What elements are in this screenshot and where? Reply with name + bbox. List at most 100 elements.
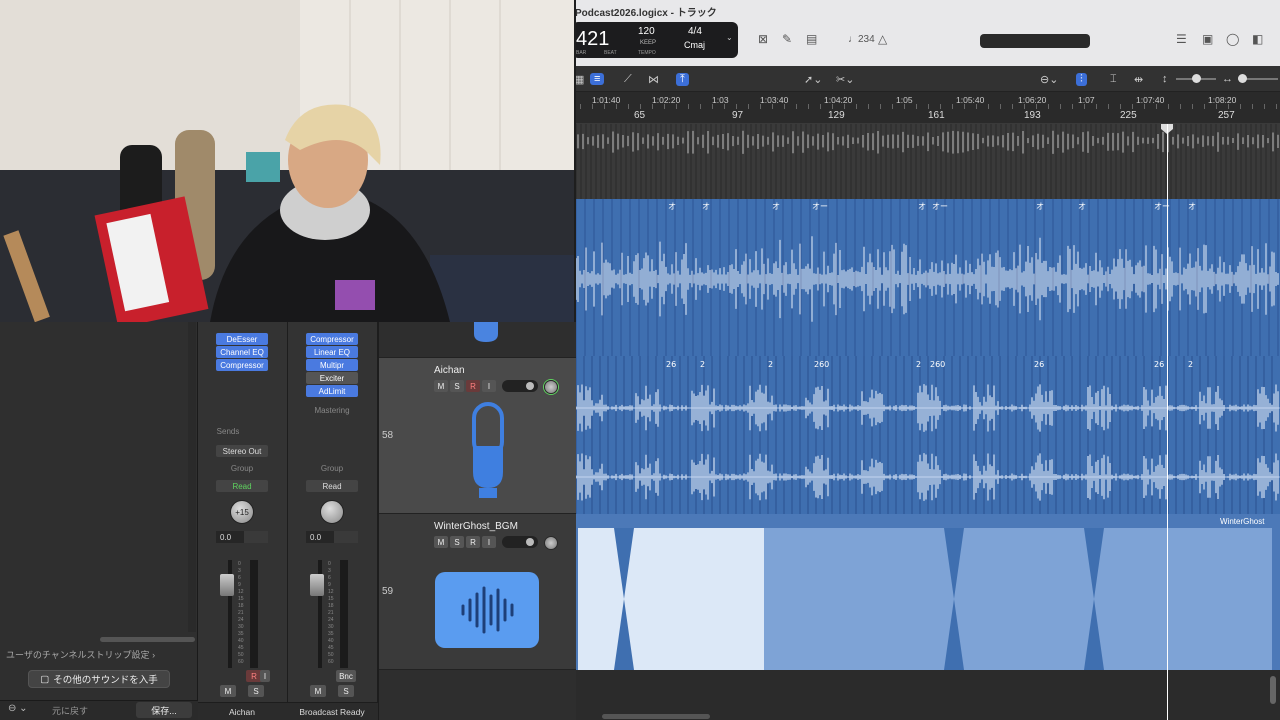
channel-strip-name[interactable]: Broadcast Ready	[288, 707, 376, 717]
mute-button[interactable]: M	[434, 380, 448, 392]
input-monitor-button[interactable]: I	[482, 380, 496, 392]
bounce-button[interactable]: Bnc	[336, 670, 356, 682]
ruler-tick	[1072, 104, 1073, 109]
secondary-tool-icon[interactable]: ✂⌄	[836, 73, 854, 86]
browser-icon[interactable]: ◧	[1252, 32, 1263, 46]
record-enable-button[interactable]: R	[466, 536, 480, 548]
metronome-icon[interactable]: ⊠	[758, 32, 768, 46]
track-name[interactable]: WinterGhost_BGM	[434, 521, 518, 532]
mute-button[interactable]: M	[434, 536, 448, 548]
channel-strip-name[interactable]: Aichan	[198, 707, 286, 717]
track-on-off-toggle[interactable]	[502, 536, 538, 548]
input-monitor-button[interactable]: I	[482, 536, 496, 548]
plugin-slot[interactable]: Compressor	[216, 359, 268, 371]
catch-playhead-icon[interactable]: ⤒	[676, 73, 689, 86]
timeline-ruler[interactable]: 1:01:40 1:02:20 1:03 1:03:40 1:04:20 1:05 1:05…	[576, 92, 1280, 124]
microphone-icon	[472, 402, 504, 498]
automation-mode-button[interactable]: Read	[306, 480, 358, 492]
ruler-tick	[1180, 104, 1181, 109]
save-button[interactable]: 保存...	[136, 702, 192, 718]
mute-button[interactable]: M	[310, 685, 326, 697]
region-marker: オ	[1036, 202, 1044, 211]
plugin-slot[interactable]: DeEsser	[216, 333, 268, 345]
plugin-slot[interactable]: AdLimit	[306, 385, 358, 397]
waveform-region[interactable]	[576, 124, 1280, 199]
plugin-slot[interactable]: Compressor	[306, 333, 358, 345]
slider-thumb[interactable]	[1192, 74, 1201, 83]
plugin-slot[interactable]: Multipr	[306, 359, 358, 371]
audio-region-vocal[interactable]: オオオオーオオーオオオーオ	[576, 199, 1280, 356]
volume-fader[interactable]	[220, 574, 234, 596]
flex-icon[interactable]: ⋈	[648, 73, 659, 86]
group-label[interactable]: Group	[198, 464, 286, 473]
track-header-aichan[interactable]: 58 Aichan M S R I	[379, 358, 577, 514]
mute-button[interactable]: M	[220, 685, 236, 697]
user-channel-strip-settings-link[interactable]: ユーザのチャンネルストリップ設定 ›	[6, 648, 155, 661]
pointer-tool-icon[interactable]: ➚⌄	[804, 73, 822, 86]
library-horizontal-scrollbar[interactable]	[100, 637, 195, 642]
solo-button[interactable]: S	[450, 536, 464, 548]
audio-region-bgm[interactable]	[576, 514, 1280, 670]
loop-browser-icon[interactable]: ◯	[1226, 32, 1239, 46]
pan-knob[interactable]: +15	[230, 500, 254, 524]
tempo-value[interactable]: 120	[638, 26, 655, 37]
revert-button[interactable]: 元に戻す	[52, 704, 88, 717]
ruler-tick	[820, 104, 821, 109]
get-more-sounds-button[interactable]: ▢ その他のサウンドを入手	[28, 670, 170, 688]
plugin-slot[interactable]: Exciter	[306, 372, 358, 384]
track-lane-aichan[interactable]: 26 2 2 260 2 260 26 26 2	[576, 356, 1280, 514]
chevron-down-icon[interactable]: ⌄	[726, 33, 733, 42]
snap-menu-icon[interactable]: ⊖⌄	[1040, 73, 1058, 86]
horizontal-scrollbar[interactable]	[602, 714, 710, 719]
track-lane-bgm[interactable]	[576, 514, 1280, 670]
vertical-fit-icon[interactable]: ⌶	[1110, 73, 1117, 86]
notepad-icon[interactable]: ▤	[806, 32, 817, 46]
solo-button[interactable]: S	[450, 380, 464, 392]
menu-lines-icon[interactable]: ≡	[590, 73, 605, 85]
plugin-slot[interactable]: Linear EQ	[306, 346, 358, 358]
input-monitor-button[interactable]: I	[260, 670, 270, 682]
region-marker: 26	[1154, 360, 1164, 369]
solo-button[interactable]: S	[338, 685, 354, 697]
action-menu-icon[interactable]: ⊖ ⌄	[8, 703, 28, 714]
group-label[interactable]: Group	[288, 464, 376, 473]
horizontal-fit-icon[interactable]: ⇹	[1134, 73, 1143, 86]
waveform-zoom-icon[interactable]: ⫶	[1076, 73, 1087, 86]
count-in-button[interactable]: ♩234	[848, 34, 875, 45]
track-lane-upper[interactable]	[576, 124, 1280, 199]
list-editors-icon[interactable]: ☰	[1176, 32, 1187, 46]
note-pad-icon[interactable]: ▣	[1202, 32, 1213, 46]
pan-knob[interactable]	[320, 500, 344, 524]
time-signature[interactable]: 4/4	[688, 26, 702, 37]
lcd-display[interactable]: 421 BAR BEAT 120 KEEP TEMPO 4/4 Cmaj ⌄	[576, 22, 738, 58]
output-button[interactable]: Stereo Out	[216, 445, 268, 457]
plugin-slot[interactable]: Channel EQ	[216, 346, 268, 358]
grid-icon[interactable]: ▦	[576, 73, 584, 86]
library-scrollbar[interactable]	[188, 322, 196, 632]
volume-knob[interactable]	[544, 380, 558, 394]
track-on-off-toggle[interactable]	[502, 380, 538, 392]
vertical-zoom-slider[interactable]	[1176, 74, 1216, 83]
solo-button[interactable]: S	[248, 685, 264, 697]
track-name[interactable]: Aichan	[434, 365, 465, 376]
ruler-tick	[1204, 104, 1205, 109]
ruler-tick	[1228, 104, 1229, 109]
record-enable-button[interactable]: R	[466, 380, 480, 392]
tuner-icon[interactable]: ✎	[782, 32, 792, 46]
volume-knob[interactable]	[544, 536, 558, 550]
metronome-triangle-icon[interactable]: △	[878, 32, 887, 46]
horizontal-zoom-slider[interactable]	[1238, 74, 1278, 83]
ruler-tick	[1168, 104, 1169, 109]
key-signature[interactable]: Cmaj	[684, 40, 705, 50]
track-header-winterghost-bgm[interactable]: 59 WinterGhost_BGM M S R I	[379, 514, 577, 670]
automation-icon[interactable]: ⟋	[624, 73, 632, 86]
region-marker: 260	[814, 360, 829, 369]
playhead[interactable]	[1167, 124, 1168, 720]
volume-fader[interactable]	[310, 574, 324, 596]
automation-mode-button[interactable]: Read	[216, 480, 268, 492]
ruler-tick	[676, 104, 677, 109]
slider-thumb[interactable]	[1238, 74, 1247, 83]
audio-region-aichan[interactable]: 26 2 2 260 2 260 26 26 2	[576, 356, 1280, 514]
vertical-scrollbar[interactable]	[1270, 676, 1276, 704]
track-lane-vocal[interactable]: オオオオーオオーオオオーオ	[576, 199, 1280, 356]
